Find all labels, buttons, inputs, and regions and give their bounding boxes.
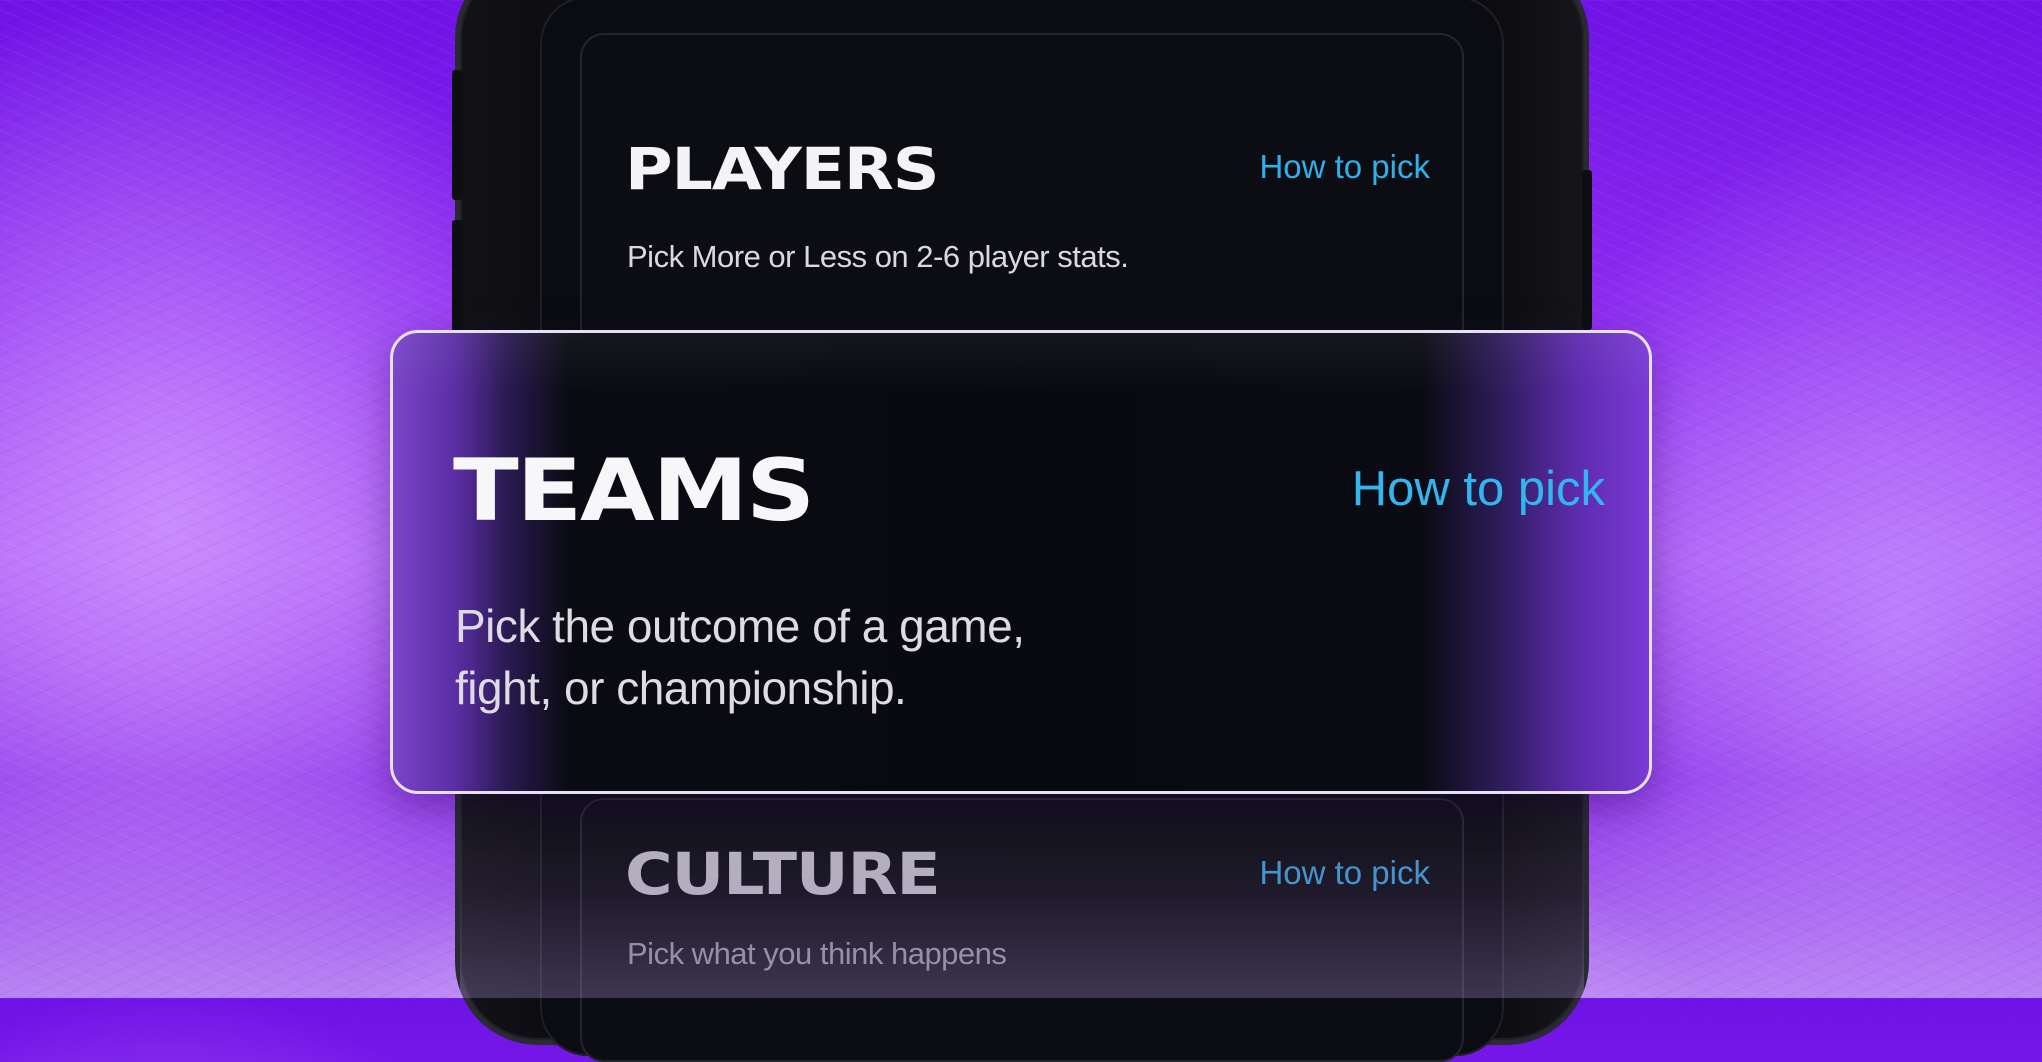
- teams-card-description: Pick the outcome of a game, fight, or ch…: [455, 595, 1235, 719]
- teams-card[interactable]: TEAMS How to pick Pick the outcome of a …: [390, 330, 1652, 794]
- teams-description-line-2: fight, or championship.: [455, 662, 907, 714]
- teams-description-line-1: Pick the outcome of a game,: [455, 600, 1025, 652]
- players-how-to-pick-link[interactable]: How to pick: [1259, 148, 1430, 186]
- teams-card-title: TEAMS: [453, 441, 815, 541]
- culture-card-description: Pick what you think happens: [627, 936, 1007, 971]
- phone-side-button: [1582, 170, 1592, 330]
- culture-card[interactable]: CULTURE How to pick Pick what you think …: [580, 798, 1464, 1062]
- players-card-description: Pick More or Less on 2-6 player stats.: [627, 239, 1129, 274]
- players-card-title: PLAYERS: [625, 135, 940, 203]
- teams-how-to-pick-link[interactable]: How to pick: [1352, 461, 1605, 517]
- phone-side-button: [452, 70, 462, 200]
- culture-how-to-pick-link[interactable]: How to pick: [1259, 854, 1430, 892]
- players-card[interactable]: PLAYERS How to pick Pick More or Less on…: [580, 33, 1464, 357]
- culture-card-title: CULTURE: [625, 840, 941, 908]
